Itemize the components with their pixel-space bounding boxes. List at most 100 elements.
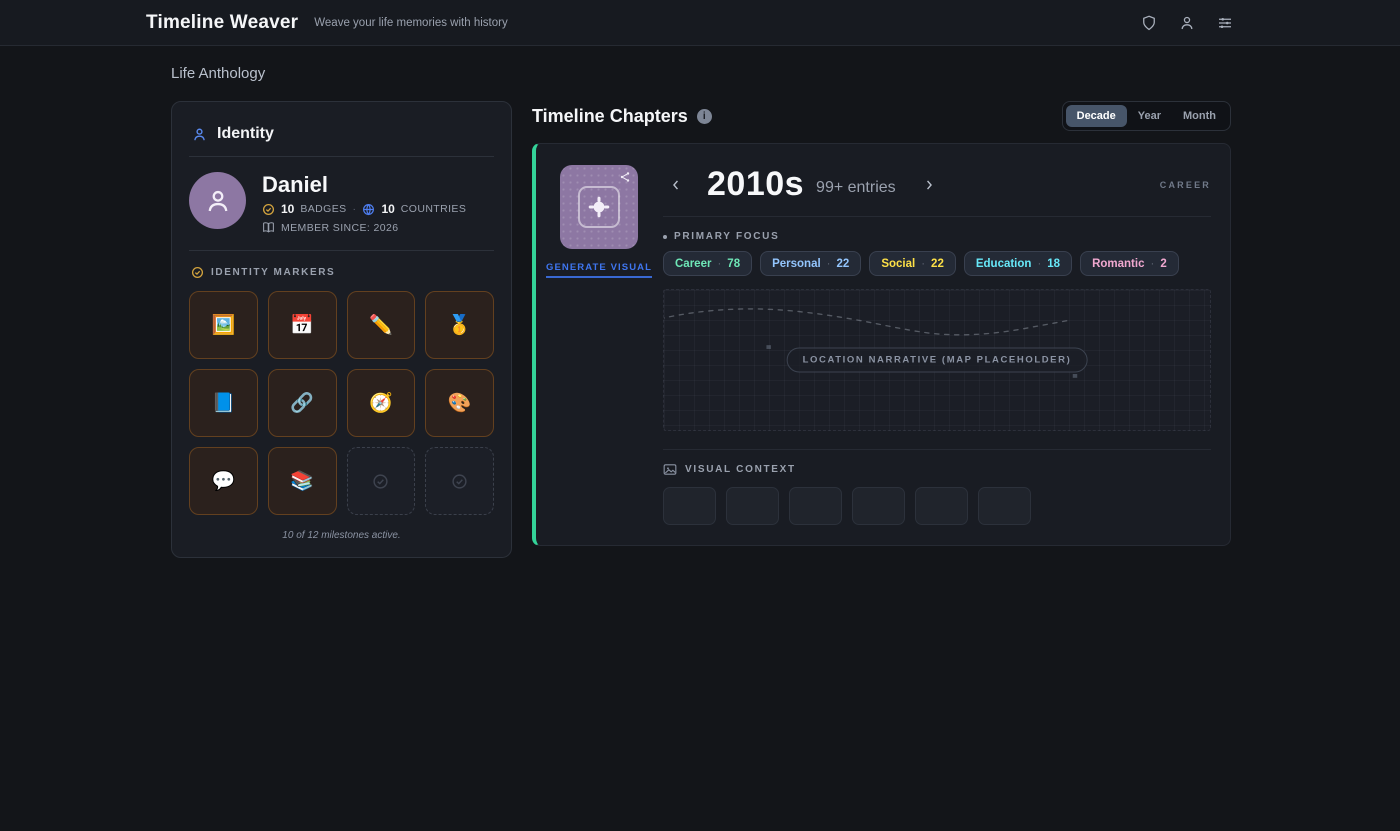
- identity-markers-grid: 🖼️ 📅 ✏️ 🥇 📘 🔗 🧭 🎨 💬 📚: [189, 291, 494, 515]
- timeline-section: Timeline Chapters i Decade Year Month: [532, 101, 1231, 546]
- sliders-icon[interactable]: [1210, 8, 1240, 38]
- focus-chip-career[interactable]: Career · 78: [663, 251, 752, 276]
- profile-stats: 10 BADGES · 10 COUNTRIES: [262, 202, 466, 216]
- identity-divider: [189, 250, 494, 251]
- view-option-month[interactable]: Month: [1172, 105, 1227, 127]
- milestone-emoji: 🔗: [290, 391, 314, 415]
- visual-context-divider: [663, 449, 1211, 450]
- shield-icon[interactable]: [1134, 8, 1164, 38]
- page-body: Life Anthology Identity Daniel: [0, 46, 1400, 558]
- globe-icon: [362, 203, 375, 216]
- milestone-emoji: 🧭: [369, 391, 393, 415]
- thumbnail-placeholder: [852, 487, 905, 525]
- view-switcher: Decade Year Month: [1062, 101, 1231, 131]
- milestone-emoji: 📅: [290, 313, 314, 337]
- focus-frame: [578, 186, 620, 228]
- milestone-cell[interactable]: 📘: [189, 369, 258, 437]
- avatar: [189, 172, 246, 229]
- share-nodes-icon: [619, 171, 631, 183]
- bullet-icon: [663, 235, 667, 239]
- chapter-card: GENERATE VISUAL 2010s 99+ entries CAREER: [532, 143, 1231, 546]
- chapter-entries: 99+ entries: [816, 179, 896, 197]
- focus-chip-romantic[interactable]: Romantic · 2: [1080, 251, 1179, 276]
- info-icon[interactable]: i: [697, 109, 712, 124]
- identity-title: Identity: [217, 125, 274, 143]
- milestone-emoji: 📘: [212, 391, 236, 415]
- chapter-art-placeholder[interactable]: [560, 165, 638, 249]
- chevron-left-icon[interactable]: [663, 172, 689, 198]
- focus-chip-social[interactable]: Social · 22: [869, 251, 956, 276]
- milestone-cell[interactable]: 💬: [189, 447, 258, 515]
- focus-chip-personal[interactable]: Personal · 22: [760, 251, 861, 276]
- profile-block: Daniel 10 BADGES · 10 COUNTRIES: [189, 172, 494, 234]
- empty-check-icon: [451, 473, 468, 490]
- countries-count: 10: [381, 202, 394, 216]
- profile-name: Daniel: [262, 173, 466, 196]
- milestone-cell[interactable]: 🥇: [425, 291, 494, 359]
- chapter-head-row: 2010s 99+ entries CAREER: [663, 165, 1211, 204]
- timeline-title: Timeline Chapters: [532, 106, 688, 127]
- milestone-cell[interactable]: 🎨: [425, 369, 494, 437]
- thumbnail-placeholder: [915, 487, 968, 525]
- generate-visual-button[interactable]: GENERATE VISUAL: [546, 262, 652, 278]
- thumbnail-placeholder: [726, 487, 779, 525]
- stats-separator: ·: [353, 203, 357, 215]
- milestone-emoji: ✏️: [369, 313, 393, 337]
- milestone-cell-empty: [425, 447, 494, 515]
- milestone-emoji: 🎨: [448, 391, 472, 415]
- view-option-decade[interactable]: Decade: [1066, 105, 1127, 127]
- chapter-period: 2010s: [707, 165, 804, 204]
- milestone-cell[interactable]: 🧭: [347, 369, 416, 437]
- primary-focus-header: PRIMARY FOCUS: [663, 231, 1211, 242]
- badges-label: BADGES: [300, 203, 346, 215]
- chapter-corner-tag: CAREER: [1160, 180, 1211, 190]
- focus-icon: [586, 194, 612, 220]
- generate-visual-column: GENERATE VISUAL: [560, 165, 638, 525]
- milestone-emoji: 📚: [290, 469, 314, 493]
- identity-markers-header: IDENTITY MARKERS: [191, 266, 494, 279]
- book-icon: [262, 221, 275, 234]
- avatar-person-icon: [202, 185, 234, 217]
- image-icon: [663, 463, 677, 476]
- map-placeholder: LOCATION NARRATIVE (MAP PLACEHOLDER): [663, 289, 1211, 431]
- badge-check-icon: [262, 203, 275, 216]
- member-since-row: MEMBER SINCE: 2026: [262, 221, 466, 234]
- chapter-content: 2010s 99+ entries CAREER PRIMARY FOCUS: [663, 165, 1211, 525]
- top-bar: Timeline Weaver Weave your life memories…: [0, 0, 1400, 46]
- primary-focus-title: PRIMARY FOCUS: [674, 231, 779, 242]
- identity-markers-title: IDENTITY MARKERS: [211, 267, 335, 278]
- milestone-cell[interactable]: 📚: [268, 447, 337, 515]
- identity-card-header: Identity: [189, 119, 494, 157]
- view-option-year[interactable]: Year: [1127, 105, 1172, 127]
- thumbnail-placeholder: [789, 487, 842, 525]
- empty-check-icon: [372, 473, 389, 490]
- user-icon[interactable]: [1172, 8, 1202, 38]
- milestone-emoji: 💬: [212, 469, 236, 493]
- member-since-text: MEMBER SINCE: 2026: [281, 222, 399, 234]
- map-label: LOCATION NARRATIVE (MAP PLACEHOLDER): [787, 348, 1088, 373]
- milestone-cell-empty: [347, 447, 416, 515]
- milestone-cell[interactable]: 🔗: [268, 369, 337, 437]
- milestone-emoji: 🥇: [448, 313, 472, 337]
- app-title: Timeline Weaver: [146, 12, 298, 34]
- timeline-header: Timeline Chapters i Decade Year Month: [532, 101, 1231, 131]
- identity-card: Identity Daniel 10 BADGES: [171, 101, 512, 558]
- app-subtitle: Weave your life memories with history: [314, 17, 507, 29]
- focus-chips: Career · 78 Personal · 22 Social · 2: [663, 251, 1211, 276]
- milestone-cell[interactable]: ✏️: [347, 291, 416, 359]
- visual-context-title: VISUAL CONTEXT: [685, 464, 796, 475]
- focus-chip-education[interactable]: Education · 18: [964, 251, 1072, 276]
- thumbnail-placeholder: [663, 487, 716, 525]
- thumbnail-placeholder: [978, 487, 1031, 525]
- profile-info: Daniel 10 BADGES · 10 COUNTRIES: [262, 172, 466, 234]
- countries-label: COUNTRIES: [401, 203, 466, 215]
- milestone-cell[interactable]: 🖼️: [189, 291, 258, 359]
- visual-context-header: VISUAL CONTEXT: [663, 463, 1211, 476]
- milestones-caption: 10 of 12 milestones active.: [189, 530, 494, 541]
- breadcrumb: Life Anthology: [171, 65, 1231, 82]
- milestone-cell[interactable]: 📅: [268, 291, 337, 359]
- milestone-emoji: 🖼️: [212, 313, 236, 337]
- milestone-check-icon: [191, 266, 204, 279]
- chevron-right-icon[interactable]: [916, 172, 942, 198]
- chapter-divider: [663, 216, 1211, 217]
